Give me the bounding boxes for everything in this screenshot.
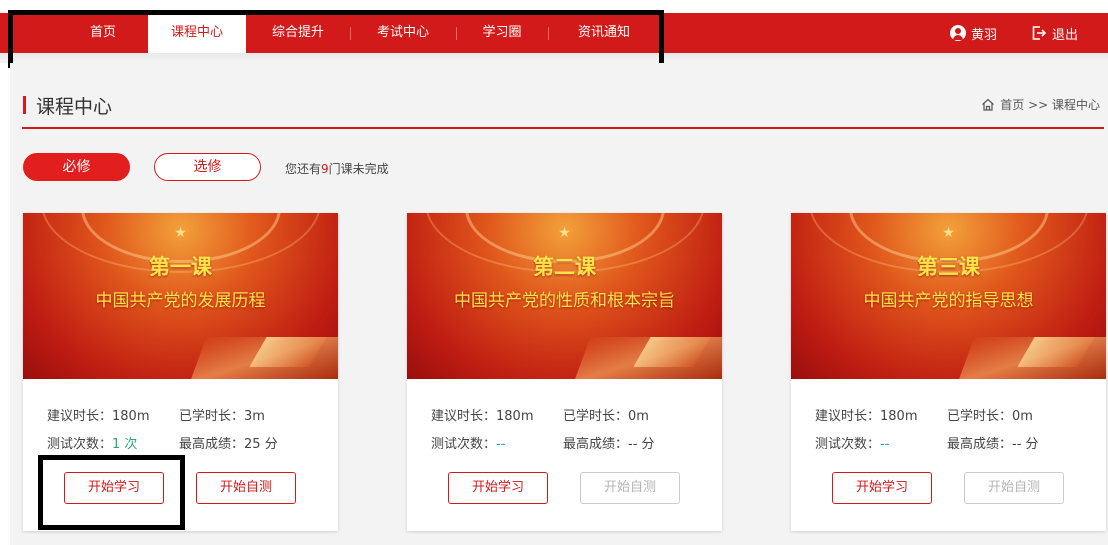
course-banner[interactable]: ★ 第二课 中国共产党的性质和根本宗旨 — [407, 213, 722, 379]
title-divider — [22, 127, 1104, 129]
test-count: 测试次数：-- — [815, 437, 890, 452]
course-banner[interactable]: ★ 第一课 中国共产党的发展历程 — [23, 213, 338, 379]
best-score: 最高成绩：-- 分 — [947, 437, 1039, 452]
nav-news[interactable]: 资讯通知 — [548, 13, 660, 53]
test-count: 测试次数：1 次 — [47, 437, 138, 452]
nav-course-center[interactable]: 课程中心 — [148, 13, 246, 53]
breadcrumb: 首页 >> 课程中心 — [981, 96, 1100, 113]
logout-label: 退出 — [1051, 27, 1078, 43]
lesson-number: 第三课 — [917, 255, 980, 279]
user-name: 黄羽 — [970, 27, 997, 43]
course-card: ★ 第一课 中国共产党的发展历程 建议时长：180m 已学时长：3m 测试次数：… — [23, 213, 338, 531]
suggested-duration: 建议时长：180m — [815, 409, 918, 424]
elective-tab[interactable]: 选修 — [154, 153, 261, 181]
user-profile[interactable]: 黄羽 — [949, 24, 997, 43]
breadcrumb-text[interactable]: 首页 >> 课程中心 — [1000, 96, 1100, 113]
studied-duration: 已学时长：0m — [947, 409, 1033, 424]
logout-icon — [1032, 26, 1047, 40]
title-accent-bar — [23, 96, 26, 114]
course-card: ★ 第三课 中国共产党的指导思想 建议时长：180m 已学时长：0m 测试次数：… — [791, 213, 1106, 531]
required-tab[interactable]: 必修 — [23, 153, 130, 181]
nav-comprehensive[interactable]: 综合提升 — [246, 13, 350, 53]
nav-exam-center[interactable]: 考试中心 — [350, 13, 456, 53]
lesson-number: 第二课 — [533, 255, 596, 279]
lesson-title: 中国共产党的性质和根本宗旨 — [454, 291, 675, 311]
start-study-button[interactable]: 开始学习 — [832, 472, 932, 504]
star-icon: ★ — [174, 225, 187, 241]
home-icon — [982, 98, 995, 111]
start-study-button[interactable]: 开始学习 — [448, 472, 548, 504]
remaining-count: 9 — [321, 162, 329, 176]
nav-study-circle[interactable]: 学习圈 — [456, 13, 548, 53]
studied-duration: 已学时长：0m — [563, 409, 649, 424]
start-study-button[interactable]: 开始学习 — [64, 472, 164, 504]
studied-duration: 已学时长：3m — [179, 409, 265, 424]
nav-home[interactable]: 首页 — [58, 13, 148, 53]
lesson-title: 中国共产党的指导思想 — [863, 291, 1034, 311]
remaining-courses-text: 您还有9门课未完成 — [285, 160, 389, 177]
page-title: 课程中心 — [36, 96, 113, 118]
user-area: 黄羽 退出 — [949, 13, 1078, 53]
logout-button[interactable]: 退出 — [1031, 24, 1078, 43]
lesson-title: 中国共产党的发展历程 — [95, 291, 266, 311]
start-selftest-button: 开始自测 — [580, 472, 680, 504]
start-selftest-button: 开始自测 — [964, 472, 1064, 504]
star-icon: ★ — [942, 225, 955, 241]
best-score: 最高成绩：-- 分 — [563, 437, 655, 452]
nav-shadow — [0, 53, 1108, 63]
remaining-suffix: 门课未完成 — [328, 162, 389, 176]
course-card: ★ 第二课 中国共产党的性质和根本宗旨 建议时长：180m 已学时长：0m 测试… — [407, 213, 722, 531]
start-selftest-button[interactable]: 开始自测 — [196, 472, 296, 504]
remaining-prefix: 您还有 — [285, 162, 322, 176]
user-avatar-icon — [949, 25, 966, 41]
lesson-number: 第一课 — [149, 255, 212, 279]
course-banner[interactable]: ★ 第三课 中国共产党的指导思想 — [791, 213, 1106, 379]
suggested-duration: 建议时长：180m — [47, 409, 150, 424]
suggested-duration: 建议时长：180m — [431, 409, 534, 424]
main-nav: 首页 课程中心 综合提升 考试中心 学习圈 资讯通知 — [58, 13, 660, 53]
test-count: 测试次数：-- — [431, 437, 506, 452]
best-score: 最高成绩：25 分 — [179, 437, 278, 452]
star-icon: ★ — [558, 225, 571, 241]
